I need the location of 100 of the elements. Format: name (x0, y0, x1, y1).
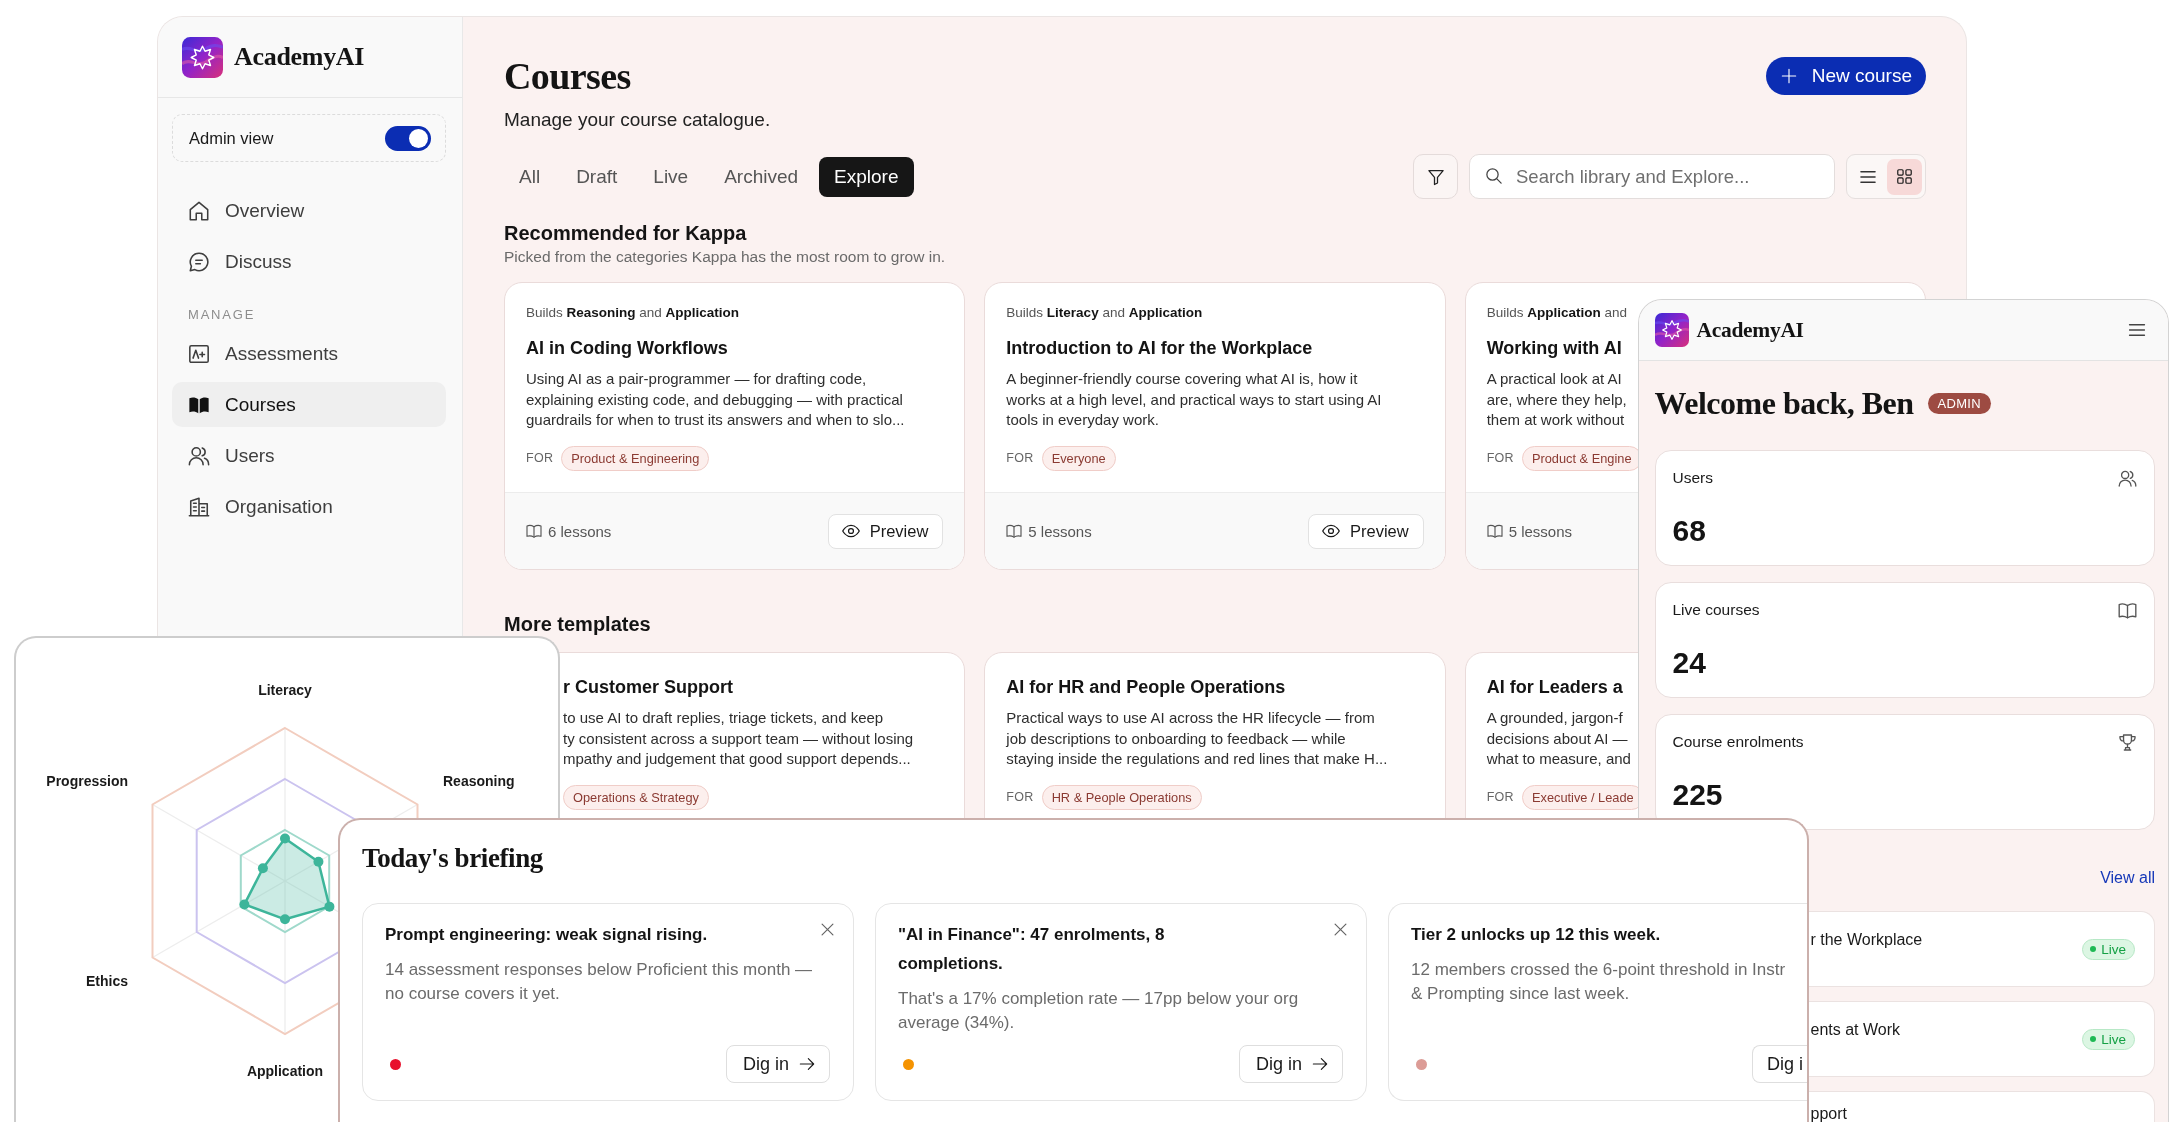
filter-tab[interactable]: Archived (709, 156, 814, 197)
book-icon (1486, 523, 1503, 539)
score-point (280, 914, 290, 925)
brand-name: AcademyAI (234, 42, 365, 72)
course-title: AI for Leaders a (1486, 676, 1623, 699)
filter-tab[interactable]: Explore (819, 156, 914, 197)
for-label: FOR (1006, 451, 1034, 466)
page-title: Courses (504, 54, 631, 99)
nav-item[interactable]: Users (172, 433, 446, 478)
briefing-text: That's a 17% completion rate — 17pp below your org average (34%). (898, 988, 1299, 1034)
view-mode-button[interactable] (1887, 158, 1922, 195)
admin-view-label: Admin view (189, 128, 274, 148)
course-description: A practical look at AI are, where they help, them at work without (1486, 369, 1627, 431)
grid-icon (1896, 168, 1913, 185)
for-label: FOR (1486, 790, 1514, 805)
section-title: More templates (504, 612, 651, 637)
axis-label: Application (246, 1063, 324, 1079)
skills-line: Builds Application and (1486, 304, 1627, 322)
briefing-headline: Prompt engineering: weak signal rising. (385, 924, 708, 946)
book-icon (1006, 523, 1023, 539)
nav-item[interactable]: Organisation (172, 484, 446, 529)
home-icon (188, 199, 210, 222)
book-icon (2118, 600, 2137, 620)
new-course-button[interactable]: New course (1765, 57, 1926, 95)
course-title: Introduction to AI for the Workplace (1006, 337, 1313, 360)
search-field[interactable]: Search library and Explore... (1469, 154, 1835, 199)
eye-icon (1321, 522, 1340, 540)
stat-label: Live courses (1672, 601, 1760, 619)
course-description: Using AI as a pair-programmer — for drafting code, explaining existing code, and debugging — with practical guardrails for when to trust its answers and when to slo... (526, 369, 905, 431)
course-description: Practical ways to use AI across the HR lifecycle — from job descriptions to onboarding to feedback — while staying inside the regulations and red lines that make H... (1006, 708, 1388, 770)
logo-icon (1654, 313, 1689, 347)
nav-item[interactable]: Overview (172, 188, 446, 233)
score-point (324, 901, 335, 912)
building-icon (188, 495, 210, 518)
chat-bubble-icon (188, 250, 210, 273)
nav-section-label: MANAGE (187, 306, 256, 324)
arrow-right-icon (1312, 1056, 1328, 1072)
course-row[interactable]: r the Workplace Live (1808, 911, 2155, 987)
users-icon (2118, 468, 2137, 488)
filter-tab[interactable]: Draft (561, 156, 633, 197)
status-dot-icon (2090, 946, 2097, 952)
preview-button[interactable]: Preview (827, 513, 944, 549)
users-icon (188, 444, 210, 467)
audience-tag: Operations & Strategy (563, 784, 709, 810)
course-row[interactable]: ents at Work Live (1808, 1001, 2155, 1077)
section-subtitle: Picked from the categories Kappa has the most room to grow in. (504, 247, 946, 267)
briefing-text: 14 assessment responses below Proficient this month — no course covers it yet. (385, 959, 813, 1005)
nav-item[interactable]: Assessments (172, 331, 446, 376)
axis-label: Ethics (86, 973, 128, 989)
dig-in-button[interactable]: Dig in (1238, 1045, 1343, 1083)
axis-label: Reasoning (443, 773, 515, 789)
for-label: FOR (1006, 790, 1034, 805)
axis-label: Progression (46, 773, 128, 789)
filter-icon (1426, 167, 1445, 186)
status-label: Live (2101, 1031, 2126, 1047)
page-subtitle: Manage your course catalogue. (504, 108, 771, 132)
course-title: AI for HR and People Operations (1006, 676, 1286, 699)
logo-icon (182, 36, 223, 78)
briefing-title: Today's briefing (362, 842, 543, 875)
trophy-icon (2118, 732, 2137, 752)
course-title: Working with AI (1486, 337, 1622, 360)
status-label: Live (2101, 941, 2126, 957)
course-description: A beginner-friendly course covering what AI is, how it works at a high level, and practical ways to start using AI tools in everyday work. (1006, 369, 1382, 431)
briefing-text: 12 members crossed the 6-point threshold in Instr & Prompting since last week. (1411, 959, 1786, 1005)
stat-label: Course enrolments (1672, 733, 1804, 751)
preview-button[interactable]: Preview (1307, 513, 1424, 549)
lesson-count: 5 lessons (1508, 522, 1573, 540)
course-title: r the Workplace (1810, 930, 1923, 950)
arrow-right-icon (799, 1056, 815, 1072)
for-label: FOR (526, 451, 554, 466)
role-badge: ADMIN (1927, 392, 1991, 414)
nav-item[interactable]: Discuss (172, 239, 446, 284)
filter-button[interactable] (1413, 154, 1458, 199)
course-row[interactable]: pport (1808, 1091, 2155, 1122)
score-point (313, 856, 324, 867)
course-title: ents at Work (1810, 1020, 1900, 1040)
section-title: Recommended for Kappa (504, 221, 747, 246)
nav-item[interactable]: Courses (172, 382, 446, 427)
close-icon[interactable] (1334, 923, 1347, 936)
dig-in-button[interactable]: Dig in (725, 1045, 830, 1083)
course-title: r Customer Support (563, 676, 733, 699)
course-title: AI in Coding Workflows (526, 337, 728, 360)
filter-tab[interactable]: All (504, 156, 556, 197)
briefing-headline: Tier 2 unlocks up 12 this week. (1411, 924, 1661, 946)
audience-tag: Everyone (1041, 445, 1116, 471)
brand-name: AcademyAI (1696, 317, 1805, 343)
course-description: to use AI to draft replies, triage tickets, and keep ty consistent across a support team — without losing mpathy and judgement that good support depends... (563, 708, 914, 770)
score-point (280, 833, 290, 844)
stat-value: 225 (1672, 777, 1723, 813)
menu-icon[interactable] (2128, 321, 2146, 339)
close-icon[interactable] (821, 923, 834, 936)
admin-view-toggle[interactable] (385, 125, 431, 151)
book-icon (526, 523, 542, 539)
view-all-link[interactable]: View all (2100, 868, 2155, 888)
stat-value: 24 (1672, 645, 1706, 681)
filter-tab[interactable]: Live (638, 156, 704, 197)
lesson-count: 5 lessons (1028, 522, 1092, 540)
briefing-headline: "AI in Finance": 47 enrolments, 8 completions. (898, 924, 1166, 975)
stat-value: 68 (1672, 513, 1706, 549)
dig-in-button[interactable]: Dig i (1752, 1045, 1807, 1083)
